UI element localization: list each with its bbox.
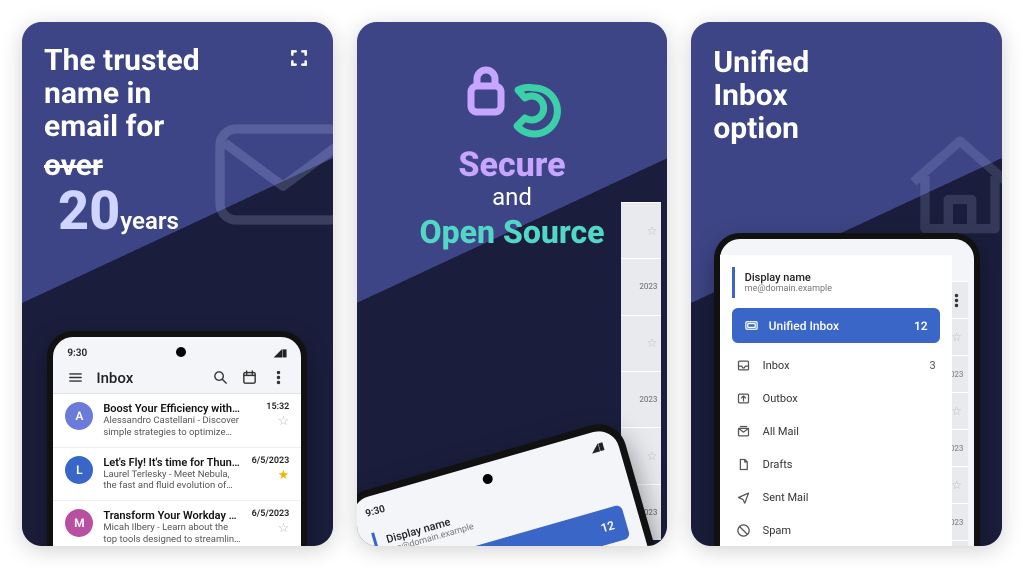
drawer-item-drafts[interactable]: Drafts xyxy=(732,448,940,481)
camera-dot-icon xyxy=(176,347,186,357)
email-row[interactable]: L Let's Fly! It's time for Thunder… Laur… xyxy=(53,448,301,502)
secure-label: Secure xyxy=(357,148,668,182)
email-subject: Transform Your Workday with… xyxy=(103,509,241,522)
calendar-icon[interactable] xyxy=(241,369,258,386)
drawer-item-unified-inbox[interactable]: Unified Inbox 12 xyxy=(732,308,940,343)
account-header[interactable]: Display name me@domain.example xyxy=(732,267,948,298)
headline-line: name in xyxy=(44,77,311,110)
drawer-item-count: 12 xyxy=(599,518,616,535)
drawer-item-outbox[interactable]: Outbox xyxy=(732,382,940,415)
camera-dot-icon xyxy=(482,472,494,484)
sender-avatar: M xyxy=(65,509,93,537)
sender-avatar: L xyxy=(65,456,93,484)
sender-avatar: A xyxy=(65,402,93,430)
status-signal-icon: ◢▮ xyxy=(590,441,606,455)
headline-line: Inbox xyxy=(713,79,809,112)
phone-mockup-drawer: ☆ 023 ☆ 023 ☆ 023 ☆ 023 Display name me@… xyxy=(714,233,980,546)
drawer-item-label: Spam xyxy=(763,524,791,537)
drawer-item-all-mail[interactable]: All Mail xyxy=(732,415,940,448)
drafts-icon xyxy=(736,457,751,472)
status-time: 9:30 xyxy=(364,504,386,520)
email-subject: Let's Fly! It's time for Thunder… xyxy=(103,456,241,469)
unified-icon xyxy=(744,318,759,333)
headline-number: 20 xyxy=(58,182,120,241)
drawer-item-label: Outbox xyxy=(763,392,798,405)
email-row[interactable]: M Transform Your Workday with… Micah Ilb… xyxy=(53,501,301,546)
display-name: Display name xyxy=(745,271,938,284)
home-icon xyxy=(890,112,1002,252)
email-preview: Laurel Terlesky - Meet Nebula, the fast … xyxy=(103,469,241,493)
headline-over: over xyxy=(44,149,103,182)
email-preview: Alessandro Castellani - Discover simple … xyxy=(103,415,241,439)
promo-card-trusted: The trusted name in email for over 20 ye… xyxy=(22,22,333,546)
email-subject: Boost Your Efficiency with These… xyxy=(103,402,241,415)
promo-card-unified: Unified Inbox option ☆ 023 ☆ 023 ☆ 023 ☆… xyxy=(691,22,1002,546)
drawer-item-label: Drafts xyxy=(763,458,793,471)
drawer-item-count: 12 xyxy=(914,319,928,333)
drawer-item-label: Unified Inbox xyxy=(769,319,839,333)
drawer-item-count: 3 xyxy=(929,359,935,372)
lock-icon xyxy=(461,62,511,118)
email-date: 6/5/2023 xyxy=(251,456,289,466)
hamburger-icon[interactable] xyxy=(67,369,84,386)
headline-line: Unified xyxy=(713,46,809,79)
email-row[interactable]: A Boost Your Efficiency with These… Ales… xyxy=(53,394,301,448)
drawer-item-label: Inbox xyxy=(763,359,790,372)
promo-card-secure: Secure and Open Source ☆ 2023 ☆ 2023 ☆ 2… xyxy=(357,22,668,546)
drawer-item-sent-mail[interactable]: Sent Mail xyxy=(732,481,940,514)
email-date: 6/5/2023 xyxy=(251,509,289,519)
drawer-item-inbox[interactable]: Inbox 3 xyxy=(732,349,940,382)
status-signal-icon: ◢▮ xyxy=(274,348,287,359)
star-icon[interactable]: ★ xyxy=(251,469,289,482)
open-source-icon xyxy=(505,82,563,140)
star-icon[interactable]: ☆ xyxy=(251,415,289,428)
inbox-icon xyxy=(736,358,751,373)
status-time: 9:30 xyxy=(67,348,87,359)
phone-mockup-drawer-tilted: 9:30 ◢▮ Display name me@domain.example U… xyxy=(357,418,668,546)
search-icon[interactable] xyxy=(212,369,229,386)
spam-icon xyxy=(736,523,751,538)
headline-years: years xyxy=(120,208,179,234)
sent-icon xyxy=(736,490,751,505)
account-email: me@domain.example xyxy=(745,284,938,294)
appbar-title: Inbox xyxy=(96,369,200,387)
star-icon[interactable]: ☆ xyxy=(251,522,289,535)
outbox-icon xyxy=(736,391,751,406)
email-preview: Micah Ilbery - Learn about the top tools… xyxy=(103,522,241,546)
headline-line: The trusted xyxy=(44,44,311,77)
drawer-item-spam[interactable]: Spam xyxy=(732,514,940,546)
headline-line: option xyxy=(713,112,809,145)
headline-line: email for xyxy=(44,110,311,143)
phone-mockup-inbox: 9:30 ◢▮ Inbox A Boost Your Efficiency wi… xyxy=(47,331,307,546)
email-date: 15:32 xyxy=(251,402,289,412)
drawer-item-label: Sent Mail xyxy=(763,491,809,504)
allmail-icon xyxy=(736,424,751,439)
more-vert-icon[interactable] xyxy=(270,369,287,386)
drawer-item-label: All Mail xyxy=(763,425,799,438)
